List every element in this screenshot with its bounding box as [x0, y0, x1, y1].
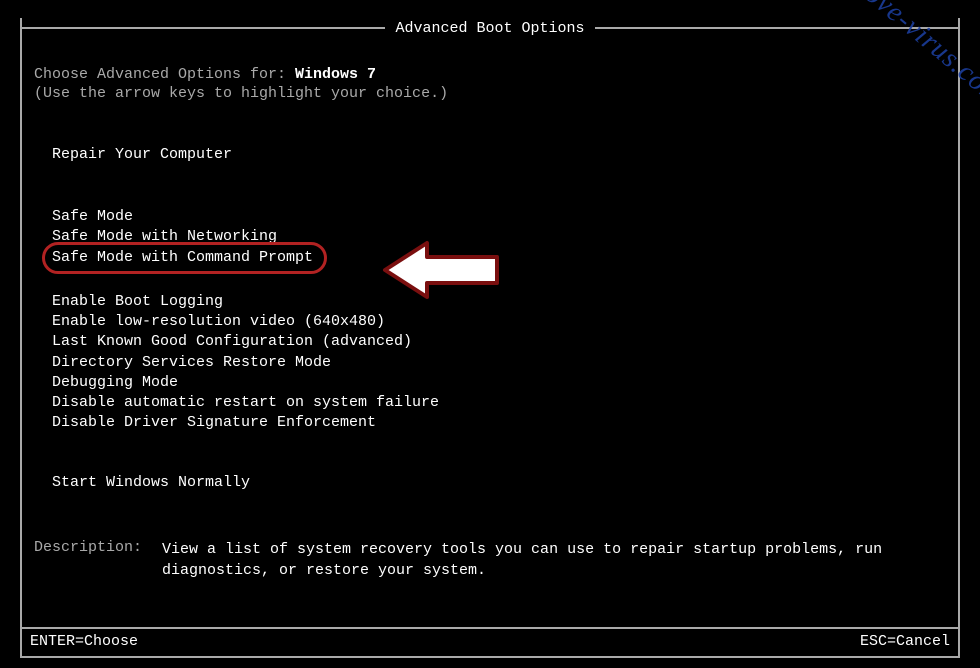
- option-low-res-video[interactable]: Enable low-resolution video (640x480): [52, 312, 946, 332]
- option-boot-logging[interactable]: Enable Boot Logging: [52, 292, 946, 312]
- option-debugging[interactable]: Debugging Mode: [52, 373, 946, 393]
- os-name: Windows 7: [295, 66, 376, 83]
- title-line-left: [22, 27, 385, 29]
- option-last-known-good[interactable]: Last Known Good Configuration (advanced): [52, 332, 946, 352]
- bottom-bar: ENTER=Choose ESC=Cancel: [22, 627, 958, 656]
- enter-hint: ENTER=Choose: [30, 633, 138, 650]
- option-repair[interactable]: Repair Your Computer: [34, 146, 946, 163]
- options-group-1: Safe Mode Safe Mode with Networking Safe…: [34, 207, 946, 268]
- option-disable-driver-sig[interactable]: Disable Driver Signature Enforcement: [52, 413, 946, 433]
- option-start-normally[interactable]: Start Windows Normally: [34, 474, 946, 491]
- option-disable-auto-restart[interactable]: Disable automatic restart on system fail…: [52, 393, 946, 413]
- description-row: Description: View a list of system recov…: [34, 539, 946, 581]
- hint-text: (Use the arrow keys to highlight your ch…: [34, 85, 946, 102]
- esc-hint: ESC=Cancel: [860, 633, 950, 650]
- title-line-right: [595, 27, 958, 29]
- option-safe-mode-cmd[interactable]: Safe Mode with Command Prompt: [52, 248, 313, 268]
- choose-prefix: Choose Advanced Options for:: [34, 66, 295, 83]
- description-text: View a list of system recovery tools you…: [162, 539, 946, 581]
- option-safe-mode[interactable]: Safe Mode: [52, 207, 946, 227]
- choose-line: Choose Advanced Options for: Windows 7: [34, 66, 946, 83]
- option-safe-mode-cmd-wrap: Safe Mode with Command Prompt: [52, 248, 313, 268]
- title-row: Advanced Boot Options: [22, 18, 958, 38]
- option-ds-restore[interactable]: Directory Services Restore Mode: [52, 353, 946, 373]
- options-group-2: Enable Boot Logging Enable low-resolutio…: [34, 292, 946, 434]
- option-safe-mode-networking[interactable]: Safe Mode with Networking: [52, 227, 946, 247]
- content-area: Choose Advanced Options for: Windows 7 (…: [22, 38, 958, 591]
- description-label: Description:: [34, 539, 162, 581]
- boot-options-panel: Advanced Boot Options Choose Advanced Op…: [20, 18, 960, 658]
- page-title: Advanced Boot Options: [385, 20, 594, 37]
